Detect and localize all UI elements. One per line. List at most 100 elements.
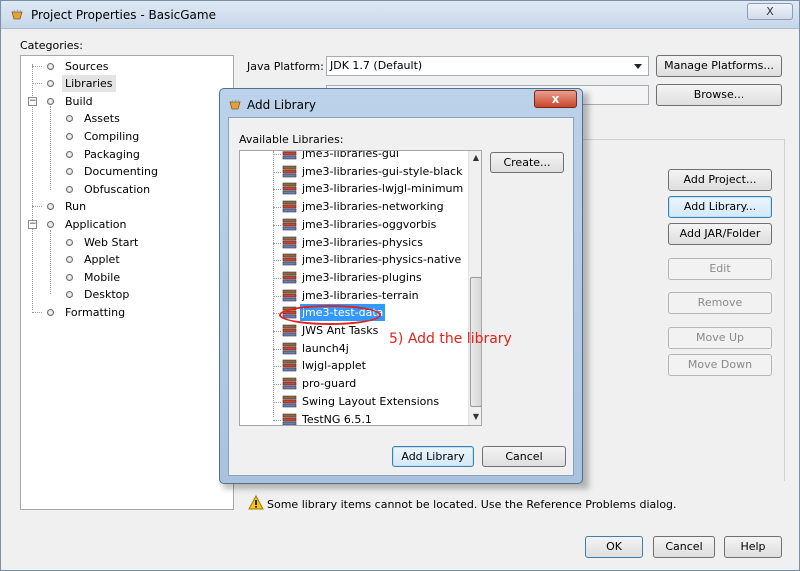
tree-item-applet[interactable]: Applet [21, 251, 221, 268]
window-title: Project Properties - BasicGame [31, 8, 216, 22]
library-item[interactable]: pro-guard [240, 375, 466, 392]
tree-item-formatting[interactable]: Formatting [21, 304, 221, 321]
tree-item-label: Desktop [84, 288, 130, 301]
library-item[interactable]: TestNG 6.5.1 [240, 411, 466, 426]
remove-button[interactable]: Remove [668, 292, 772, 314]
library-label: jme3-libraries-lwjgl-minimum [302, 182, 464, 196]
tree-item-compiling[interactable]: Compiling [21, 128, 221, 145]
tree-item-label: Applet [84, 253, 120, 266]
tree-item-label: Packaging [84, 148, 140, 161]
add-jar-folder-button[interactable]: Add JAR/Folder [668, 223, 772, 245]
library-item[interactable]: jme3-libraries-networking [240, 198, 466, 215]
library-label: lwjgl-applet [302, 359, 366, 373]
library-item[interactable]: jme3-libraries-terrain [240, 287, 466, 304]
java-platform-value: JDK 1.7 (Default) [330, 59, 423, 72]
tree-item-web-start[interactable]: Web Start [21, 234, 221, 251]
library-books-icon [282, 271, 297, 284]
tree-item-run[interactable]: Run [21, 198, 221, 215]
tree-item-libraries[interactable]: Libraries [21, 75, 221, 92]
library-books-icon [282, 200, 297, 213]
node-icon [66, 256, 73, 263]
tree-item-sources[interactable]: Sources [21, 58, 221, 75]
library-books-icon [282, 236, 297, 248]
library-books-icon [282, 342, 297, 354]
help-button[interactable]: Help [724, 536, 782, 558]
library-books-icon [282, 395, 297, 408]
highlight-oval [279, 305, 381, 325]
library-books-icon [282, 377, 297, 390]
list-scrollbar[interactable]: ▲ ▼ [468, 151, 481, 425]
add-library-button[interactable]: Add Library... [668, 196, 772, 218]
library-item[interactable]: jme3-libraries-lwjgl-minimum [240, 180, 466, 197]
tree-item-documenting[interactable]: Documenting [21, 163, 221, 180]
library-label: jme3-libraries-plugins [302, 270, 422, 284]
library-label: jme3-libraries-gui-style-black [302, 164, 463, 178]
library-label: pro-guard [302, 377, 357, 391]
java-platform-select[interactable]: JDK 1.7 (Default) [326, 56, 649, 76]
library-books-icon [282, 289, 297, 301]
annotation-text: 5) Add the library [389, 331, 512, 347]
add-project-button[interactable]: Add Project... [668, 169, 772, 191]
collapse-minus-icon[interactable]: − [28, 97, 37, 106]
library-label: jme3-libraries-gui [302, 150, 399, 160]
create-button[interactable]: Create... [490, 152, 564, 173]
tree-item-label: Build [65, 95, 93, 108]
dialog-cancel-button[interactable]: Cancel [482, 446, 566, 467]
library-item[interactable]: jme3-libraries-physics [240, 234, 466, 251]
categories-tree[interactable]: Sources Libraries − Build Assets Compili… [20, 55, 234, 510]
collapse-minus-icon[interactable]: − [28, 220, 37, 229]
move-down-button[interactable]: Move Down [668, 354, 772, 376]
node-icon [47, 221, 54, 228]
library-item[interactable]: jme3-libraries-gui [240, 150, 466, 162]
java-platform-label: Java Platform: [247, 60, 324, 73]
library-item[interactable]: Swing Layout Extensions [240, 393, 466, 410]
tree-item-label: Obfuscation [84, 183, 151, 196]
library-item[interactable]: jme3-libraries-plugins [240, 269, 466, 286]
library-label: TestNG 6.5.1 [302, 412, 372, 426]
tree-item-application[interactable]: − Application [21, 216, 221, 233]
window-close-button[interactable]: X [747, 3, 793, 20]
tree-item-assets[interactable]: Assets [21, 110, 221, 127]
browse-button[interactable]: Browse... [656, 84, 782, 106]
node-icon [66, 186, 73, 193]
warning-icon [248, 495, 264, 510]
scroll-up-arrow-icon[interactable]: ▲ [469, 151, 481, 165]
cancel-button[interactable]: Cancel [653, 536, 715, 558]
netbeans-cup-icon [229, 99, 241, 110]
node-icon [66, 274, 73, 281]
library-item[interactable]: jme3-libraries-oggvorbis [240, 216, 466, 233]
edit-button[interactable]: Edit [668, 258, 772, 280]
node-icon [66, 133, 73, 140]
tree-item-label: Web Start [84, 236, 139, 249]
node-icon [47, 63, 54, 70]
node-icon [66, 115, 73, 122]
add-library-confirm-button[interactable]: Add Library [392, 446, 474, 467]
library-books-icon [282, 360, 297, 372]
tree-item-label: Mobile [84, 271, 121, 284]
window-titlebar[interactable]: Project Properties - BasicGame X [1, 1, 799, 29]
library-item[interactable]: jme3-libraries-gui-style-black [240, 163, 466, 180]
tree-item-label: Assets [84, 112, 120, 125]
tree-item-desktop[interactable]: Desktop [21, 286, 221, 303]
tree-item-mobile[interactable]: Mobile [21, 269, 221, 286]
tree-item-packaging[interactable]: Packaging [21, 146, 221, 163]
manage-platforms-button[interactable]: Manage Platforms... [656, 55, 782, 77]
available-libraries-list[interactable]: jme3-libraries-gui jme3-libraries-gui-sty… [239, 150, 482, 426]
library-books-icon [282, 324, 297, 337]
library-books-icon [282, 165, 297, 177]
tree-item-label: Application [65, 218, 127, 231]
scroll-down-arrow-icon[interactable]: ▼ [469, 410, 481, 424]
library-label: Swing Layout Extensions [302, 394, 440, 408]
library-item[interactable]: lwjgl-applet [240, 357, 466, 374]
dialog-close-button[interactable]: x [534, 90, 577, 108]
node-icon [47, 309, 54, 316]
ok-button[interactable]: OK [585, 536, 643, 558]
node-icon [66, 239, 73, 246]
tree-item-build[interactable]: − Build [21, 93, 221, 110]
dialog-body: Available Libraries: jme3-libraries-gui j… [228, 117, 574, 476]
tree-item-obfuscation[interactable]: Obfuscation [21, 181, 221, 198]
move-up-button[interactable]: Move Up [668, 327, 772, 349]
library-label: launch4j [302, 341, 349, 355]
library-item[interactable]: jme3-libraries-physics-native [240, 251, 466, 268]
library-label: jme3-libraries-oggvorbis [302, 217, 437, 231]
